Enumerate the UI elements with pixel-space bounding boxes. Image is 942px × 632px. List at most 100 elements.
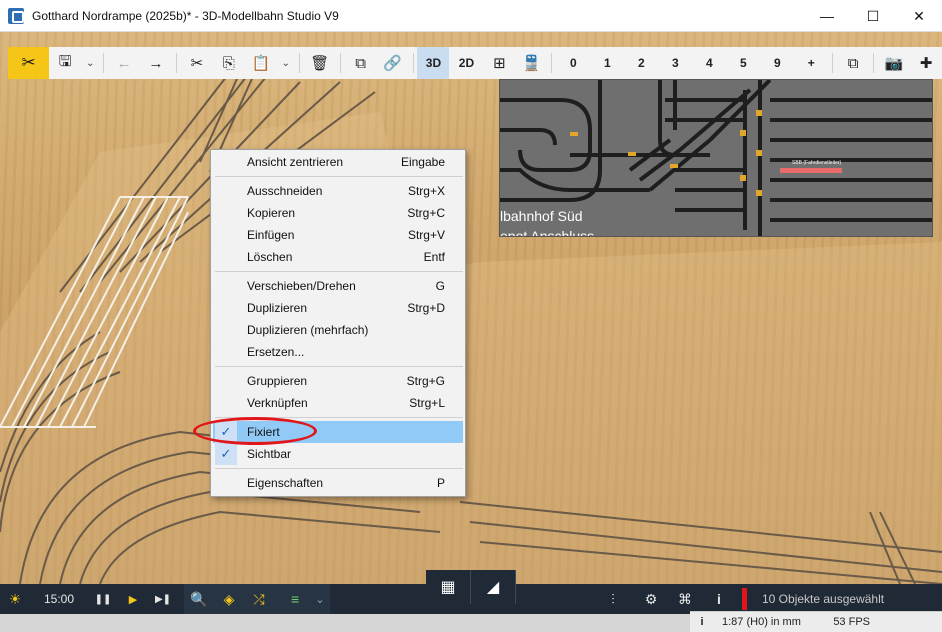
- cut-icon[interactable]: ✂: [181, 47, 213, 79]
- toolbar-divider: [339, 53, 341, 73]
- menu-item-shortcut: Strg+X: [407, 184, 445, 198]
- menu-item-shortcut: Strg+G: [406, 374, 445, 388]
- camera-view-3-button[interactable]: 3: [658, 47, 692, 79]
- link-icon[interactable]: 🔗: [377, 47, 409, 79]
- toolbar-divider: [176, 53, 177, 73]
- delete-icon[interactable]: 🗑: [304, 47, 336, 79]
- maximize-button[interactable]: ☐: [850, 0, 896, 32]
- menu-item-sichtbar[interactable]: ✓ Sichtbar: [213, 443, 463, 465]
- redo-icon[interactable]: →: [140, 47, 172, 79]
- menu-divider: [215, 366, 463, 367]
- window-controls: — ☐ ✕: [804, 0, 942, 32]
- search-icon[interactable]: 🔍: [184, 584, 214, 614]
- menu-item-einfuegen[interactable]: Einfügen Strg+V: [213, 224, 463, 246]
- camera-view-1-button[interactable]: 1: [590, 47, 624, 79]
- shuffle-icon[interactable]: ⤮: [244, 584, 274, 614]
- menu-item-label: Löschen: [247, 250, 293, 264]
- network-icon[interactable]: ⌘: [670, 584, 700, 614]
- menu-item-shortcut: Strg+L: [409, 396, 445, 410]
- overlay-sign: SBB (Fahrdienstleiter): [792, 160, 842, 166]
- terrain-view-icon[interactable]: ◢: [471, 570, 516, 604]
- menu-item-loeschen[interactable]: Löschen Entf: [213, 246, 463, 268]
- fps-readout: 53 FPS: [833, 616, 870, 628]
- step-forward-icon[interactable]: ▶❚: [148, 584, 178, 614]
- menu-item-label: Duplizieren: [247, 301, 308, 315]
- menu-item-kopieren[interactable]: Kopieren Strg+C: [213, 202, 463, 224]
- camera-view-2-button[interactable]: 2: [624, 47, 658, 79]
- camera-view-5-button[interactable]: 5: [726, 47, 760, 79]
- menu-item-verschieben-drehen[interactable]: Verschieben/Drehen G: [213, 275, 463, 297]
- menu-divider: [215, 468, 463, 469]
- menu-item-label: Kopieren: [247, 206, 296, 220]
- lower-background: [0, 614, 690, 632]
- info-icon[interactable]: i: [690, 616, 714, 628]
- status-indicator: [742, 588, 747, 610]
- menu-item-shortcut: Strg+V: [407, 228, 445, 242]
- close-button[interactable]: ✕: [896, 0, 942, 32]
- app-icon: [8, 7, 24, 24]
- menu-item-label: Eigenschaften: [247, 476, 324, 490]
- menu-item-shortcut: G: [435, 279, 445, 293]
- list-chevron-down-icon[interactable]: ⌄: [310, 584, 330, 614]
- menu-item-duplizieren[interactable]: Duplizieren Strg+D: [213, 297, 463, 319]
- menu-item-label: Ansicht zentrieren: [247, 155, 344, 169]
- toolbar-divider: [832, 53, 834, 73]
- menu-item-shortcut: Strg+D: [407, 301, 445, 315]
- view-mode-switch: ▦ ◢: [426, 570, 516, 604]
- sun-icon[interactable]: ☀: [0, 584, 30, 614]
- list-icon[interactable]: ≡: [280, 584, 310, 614]
- menu-item-shortcut: P: [436, 476, 445, 490]
- menu-item-label: Einfügen: [247, 228, 295, 242]
- undo-icon[interactable]: ←: [108, 47, 140, 79]
- camera-view-9-button[interactable]: 9: [760, 47, 794, 79]
- view-3d-button[interactable]: 3D: [417, 47, 450, 79]
- annotation-circle: [193, 417, 317, 445]
- menu-item-verknuepfen[interactable]: Verknüpfen Strg+L: [213, 392, 463, 414]
- tools-icon[interactable]: ✂: [8, 47, 50, 79]
- play-icon[interactable]: ▶: [118, 584, 148, 614]
- camera-icon[interactable]: 📷: [878, 47, 910, 79]
- camera-view-4-button[interactable]: 4: [692, 47, 726, 79]
- toolbar-divider: [103, 53, 104, 73]
- copy-icon[interactable]: ⎘: [213, 47, 245, 79]
- toolbar-divider: [412, 53, 414, 73]
- menu-item-label: Duplizieren (mehrfach): [247, 323, 369, 337]
- plugin-icon[interactable]: ✚: [910, 47, 942, 79]
- info-icon[interactable]: i: [704, 584, 734, 614]
- minimize-button[interactable]: —: [804, 0, 850, 32]
- save-chevron-down-icon[interactable]: ⌄: [81, 47, 99, 79]
- mixer-icon[interactable]: ⫶: [598, 584, 628, 614]
- grid-view-icon[interactable]: ▦: [426, 570, 471, 604]
- group-icon[interactable]: ⧉: [345, 47, 377, 79]
- gear-icon[interactable]: ⚙: [636, 584, 666, 614]
- save-icon[interactable]: 🖫: [49, 47, 81, 79]
- menu-item-duplizieren-mehrfach[interactable]: Duplizieren (mehrfach): [213, 319, 463, 341]
- check-icon: ✓: [215, 443, 237, 465]
- menu-item-shortcut: Eingabe: [400, 155, 445, 169]
- view-2d-button[interactable]: 2D: [449, 47, 483, 79]
- camera-view-0-button[interactable]: 0: [556, 47, 590, 79]
- menu-item-label: Gruppieren: [247, 374, 308, 388]
- train-icon[interactable]: 🚆: [515, 47, 547, 79]
- grid-icon[interactable]: ⊞: [483, 47, 515, 79]
- pause-icon[interactable]: ❚❚: [88, 584, 118, 614]
- paste-chevron-down-icon[interactable]: ⌄: [277, 47, 295, 79]
- menu-item-label: Verknüpfen: [247, 396, 308, 410]
- scale-readout: 1:87 (H0) in mm: [722, 616, 801, 628]
- menu-item-gruppieren[interactable]: Gruppieren Strg+G: [213, 370, 463, 392]
- main-toolbar: ✂ 🖫 ⌄ ← → ✂ ⎘ 📋 ⌄ 🗑 ⧉ 🔗 3D 2D ⊞ 🚆 0 1 2 …: [8, 47, 942, 79]
- menu-item-ersetzen[interactable]: Ersetzen...: [213, 341, 463, 363]
- window-icon[interactable]: ⧉: [837, 47, 869, 79]
- station-overlay-image[interactable]: SBB (Fahrdienstleiter) lbahnhof Süd epot…: [499, 79, 933, 237]
- paste-icon[interactable]: 📋: [245, 47, 277, 79]
- layers-icon[interactable]: ◈: [214, 584, 244, 614]
- menu-item-ausschneiden[interactable]: Ausschneiden Strg+X: [213, 180, 463, 202]
- menu-divider: [215, 271, 463, 272]
- tools-group: 🔍 ◈ ⤮ ≡ ⌄: [184, 584, 331, 614]
- overlay-station-label: lbahnhof Süd: [500, 208, 583, 224]
- menu-item-eigenschaften[interactable]: Eigenschaften P: [213, 472, 463, 494]
- toolbar-divider: [551, 53, 553, 73]
- time-display[interactable]: 15:00: [44, 592, 74, 606]
- add-camera-view-icon[interactable]: +: [794, 47, 828, 79]
- menu-item-ansicht-zentrieren[interactable]: Ansicht zentrieren Eingabe: [213, 151, 463, 173]
